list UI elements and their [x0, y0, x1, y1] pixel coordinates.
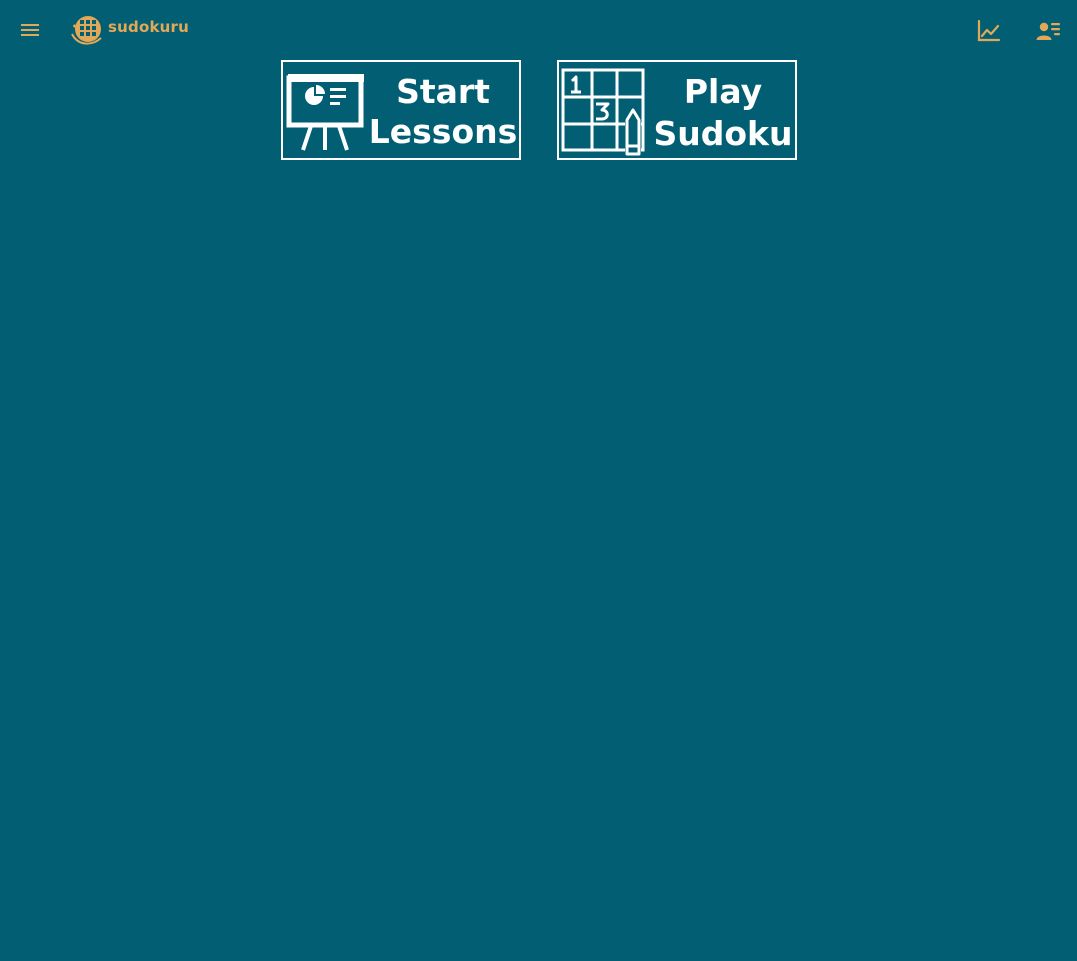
start-lessons-label-line1: Start [396, 72, 490, 111]
play-sudoku-button[interactable]: Play Sudoku [557, 60, 797, 160]
app-root: sudokuru Start Lessons Play Sudoku [0, 0, 1077, 961]
presentation-board-icon [286, 74, 364, 151]
start-lessons-button[interactable]: Start Lessons [281, 60, 521, 160]
play-sudoku-label-line1: Play [683, 72, 763, 111]
profile-button[interactable] [1036, 19, 1062, 43]
sudokuru-logo-icon [71, 16, 102, 45]
menu-button[interactable] [18, 18, 42, 42]
user-list-icon [1036, 22, 1060, 40]
start-lessons-label-line2: Lessons [368, 112, 518, 151]
play-sudoku-label-line2: Sudoku [653, 114, 793, 153]
sudoku-grid-pencil-icon [561, 68, 645, 156]
line-chart-icon [977, 19, 1001, 42]
top-bar: sudokuru [0, 0, 1077, 60]
app-logo[interactable]: sudokuru [70, 12, 189, 46]
app-name: sudokuru [108, 18, 189, 36]
hamburger-menu-icon [21, 24, 39, 36]
statistics-button[interactable] [977, 19, 1001, 43]
